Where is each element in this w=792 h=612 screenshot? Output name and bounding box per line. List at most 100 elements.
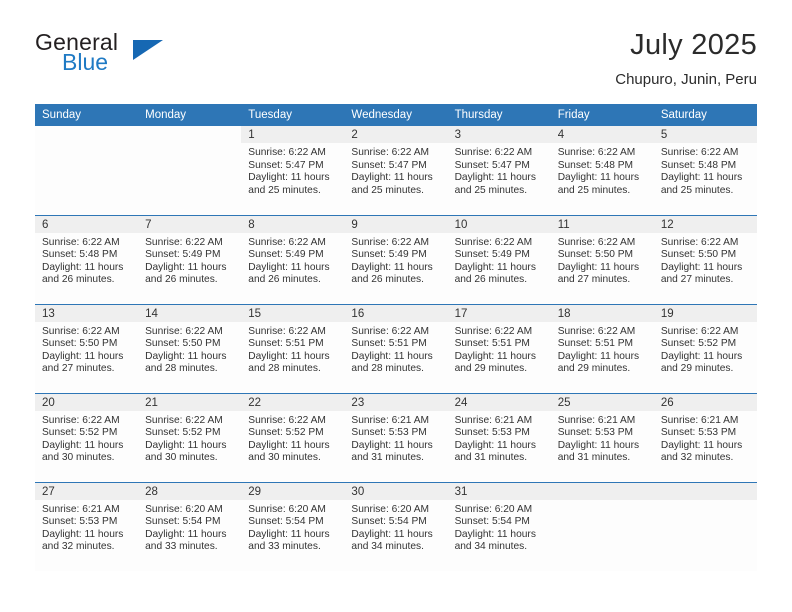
- sunset-text: Sunset: 5:53 PM: [351, 427, 427, 439]
- daylight-text-line2: and 26 minutes.: [42, 274, 115, 286]
- day-number: 21: [138, 393, 242, 411]
- daylight-text-line1: Daylight: 11 hours: [351, 439, 433, 451]
- sunset-text: Sunset: 5:47 PM: [351, 159, 427, 171]
- brand-logo[interactable]: General Blue: [35, 28, 215, 74]
- daylight-text-line2: and 27 minutes.: [660, 274, 734, 286]
- daylight-text-line2: and 34 minutes.: [454, 541, 528, 553]
- calendar-day-cell[interactable]: 1 Sunrise: 6:22 AM Sunset: 5:47 PM Daylight…: [241, 126, 345, 215]
- sunrise-text: Sunrise: 6:22 AM: [248, 325, 326, 337]
- calendar-day-cell[interactable]: 31 Sunrise: 6:20 AM Sunset: 5:54 PM Dayligh…: [447, 481, 551, 571]
- daylight-text-line1: Daylight: 11 hours: [42, 528, 124, 540]
- daylight-text-line2: and 30 minutes.: [145, 452, 218, 464]
- calendar-day-cell[interactable]: 8 Sunrise: 6:22 AM Sunset: 5:49 PM Daylight…: [241, 214, 345, 304]
- day-details: Sunrise: 6:21 AM Sunset: 5:53 PM Daylight:…: [35, 500, 138, 554]
- day-number: 2: [344, 126, 448, 143]
- day-number: 3: [447, 126, 551, 143]
- sunset-text: Sunset: 5:53 PM: [454, 427, 530, 439]
- day-details: Sunrise: 6:21 AM Sunset: 5:53 PM Daylight:…: [654, 411, 757, 465]
- daylight-text-line2: and 33 minutes.: [248, 541, 321, 553]
- calendar-day-cell[interactable]: 2 Sunrise: 6:22 AM Sunset: 5:47 PM Daylight…: [344, 126, 448, 215]
- calendar-day-cell[interactable]: 10 Sunrise: 6:22 AM Sunset: 5:49 PM Dayligh…: [447, 214, 551, 304]
- calendar-day-cell[interactable]: 14 Sunrise: 6:22 AM Sunset: 5:50 PM Dayligh…: [138, 303, 242, 393]
- daylight-text-line1: Daylight: 11 hours: [454, 350, 536, 362]
- day-number: 28: [138, 482, 242, 500]
- daylight-text-line2: and 28 minutes.: [351, 363, 424, 375]
- day-number: 8: [241, 215, 345, 233]
- calendar-day-cell[interactable]: 9 Sunrise: 6:22 AM Sunset: 5:49 PM Daylight…: [344, 214, 448, 304]
- day-number: 30: [344, 482, 448, 500]
- daylight-text-line2: and 25 minutes.: [454, 184, 528, 196]
- day-number: [653, 482, 757, 500]
- daylight-text-line1: Daylight: 11 hours: [660, 261, 743, 273]
- calendar-day-cell[interactable]: 18 Sunrise: 6:22 AM Sunset: 5:51 PM Dayligh…: [550, 303, 654, 393]
- calendar-body: 1 Sunrise: 6:22 AM Sunset: 5:47 PM Daylight…: [35, 126, 757, 571]
- sunrise-text: Sunrise: 6:22 AM: [145, 325, 223, 337]
- sunset-text: Sunset: 5:48 PM: [557, 159, 634, 171]
- day-number: [138, 126, 241, 143]
- day-number: 14: [138, 304, 242, 322]
- day-details: Sunrise: 6:21 AM Sunset: 5:53 PM Daylight:…: [551, 411, 654, 465]
- daylight-text-line2: and 32 minutes.: [42, 541, 115, 553]
- calendar-day-cell[interactable]: 5 Sunrise: 6:22 AM Sunset: 5:48 PM Daylight…: [653, 126, 757, 215]
- calendar-day-cell[interactable]: 4 Sunrise: 6:22 AM Sunset: 5:48 PM Daylight…: [550, 126, 654, 215]
- calendar-day-cell[interactable]: 29 Sunrise: 6:20 AM Sunset: 5:54 PM Dayligh…: [241, 481, 345, 571]
- calendar-day-cell[interactable]: 30 Sunrise: 6:20 AM Sunset: 5:54 PM Dayligh…: [344, 481, 448, 571]
- calendar-day-cell[interactable]: 15 Sunrise: 6:22 AM Sunset: 5:51 PM Dayligh…: [241, 303, 345, 393]
- sunset-text: Sunset: 5:54 PM: [454, 516, 530, 528]
- page-header: General Blue July 2025 Chupuro, Junin, P…: [0, 0, 792, 100]
- daylight-text-line2: and 30 minutes.: [248, 452, 321, 464]
- daylight-text-line1: Daylight: 11 hours: [145, 439, 227, 451]
- daylight-text-line2: and 25 minutes.: [248, 184, 321, 196]
- day-number: 31: [447, 482, 551, 500]
- calendar-day-cell[interactable]: 20 Sunrise: 6:22 AM Sunset: 5:52 PM Dayligh…: [35, 392, 139, 482]
- sunset-text: Sunset: 5:52 PM: [660, 338, 737, 350]
- calendar-day-cell[interactable]: 23 Sunrise: 6:21 AM Sunset: 5:53 PM Dayligh…: [344, 392, 448, 482]
- sunrise-text: Sunrise: 6:20 AM: [248, 503, 326, 515]
- daylight-text-line1: Daylight: 11 hours: [660, 172, 743, 184]
- calendar-day-cell[interactable]: 24 Sunrise: 6:21 AM Sunset: 5:53 PM Dayligh…: [447, 392, 551, 482]
- day-details: Sunrise: 6:22 AM Sunset: 5:52 PM Daylight:…: [654, 322, 757, 376]
- sunrise-text: Sunrise: 6:21 AM: [42, 503, 120, 515]
- calendar-day-cell[interactable]: 27 Sunrise: 6:21 AM Sunset: 5:53 PM Dayligh…: [35, 481, 139, 571]
- day-number: 19: [653, 304, 757, 322]
- day-details: Sunrise: 6:22 AM Sunset: 5:48 PM Daylight:…: [551, 143, 654, 197]
- sunset-text: Sunset: 5:52 PM: [42, 427, 118, 439]
- day-number: 25: [550, 393, 654, 411]
- calendar-day-cell[interactable]: 25 Sunrise: 6:21 AM Sunset: 5:53 PM Dayligh…: [550, 392, 654, 482]
- daylight-text-line2: and 30 minutes.: [42, 452, 115, 464]
- day-number: [550, 482, 654, 500]
- calendar-day-cell[interactable]: 12 Sunrise: 6:22 AM Sunset: 5:50 PM Dayligh…: [653, 214, 757, 304]
- day-details: Sunrise: 6:22 AM Sunset: 5:49 PM Daylight:…: [448, 233, 551, 287]
- sunset-text: Sunset: 5:50 PM: [660, 249, 737, 261]
- calendar-day-cell[interactable]: 17 Sunrise: 6:22 AM Sunset: 5:51 PM Dayligh…: [447, 303, 551, 393]
- daylight-text-line1: Daylight: 11 hours: [454, 172, 536, 184]
- daylight-text-line2: and 33 minutes.: [145, 541, 218, 553]
- weekday-header-wednesday: Wednesday: [344, 104, 448, 126]
- calendar-day-cell[interactable]: 6 Sunrise: 6:22 AM Sunset: 5:48 PM Daylight…: [35, 214, 139, 304]
- calendar-day-cell[interactable]: 19 Sunrise: 6:22 AM Sunset: 5:52 PM Dayligh…: [653, 303, 757, 393]
- sunset-text: Sunset: 5:51 PM: [248, 338, 324, 350]
- day-number: 6: [35, 215, 139, 233]
- calendar-day-cell[interactable]: 28 Sunrise: 6:20 AM Sunset: 5:54 PM Dayligh…: [138, 481, 242, 571]
- calendar-day-cell[interactable]: 7 Sunrise: 6:22 AM Sunset: 5:49 PM Daylight…: [138, 214, 242, 304]
- calendar-day-cell[interactable]: 11 Sunrise: 6:22 AM Sunset: 5:50 PM Dayligh…: [550, 214, 654, 304]
- daylight-text-line2: and 28 minutes.: [248, 363, 321, 375]
- calendar-day-cell[interactable]: 22 Sunrise: 6:22 AM Sunset: 5:52 PM Dayligh…: [241, 392, 345, 482]
- calendar-cell-blank: [138, 126, 242, 215]
- calendar-day-cell[interactable]: 13 Sunrise: 6:22 AM Sunset: 5:50 PM Dayligh…: [35, 303, 139, 393]
- calendar-day-cell[interactable]: 21 Sunrise: 6:22 AM Sunset: 5:52 PM Dayligh…: [138, 392, 242, 482]
- sunrise-text: Sunrise: 6:22 AM: [557, 147, 636, 158]
- sunrise-text: Sunrise: 6:22 AM: [248, 236, 326, 248]
- sunset-text: Sunset: 5:48 PM: [660, 159, 737, 171]
- calendar-day-cell[interactable]: 16 Sunrise: 6:22 AM Sunset: 5:51 PM Dayligh…: [344, 303, 448, 393]
- sunrise-text: Sunrise: 6:22 AM: [660, 236, 739, 248]
- day-details: Sunrise: 6:22 AM Sunset: 5:52 PM Daylight:…: [35, 411, 138, 465]
- day-details: Sunrise: 6:22 AM Sunset: 5:47 PM Daylight:…: [344, 143, 447, 197]
- calendar-day-cell[interactable]: 26 Sunrise: 6:21 AM Sunset: 5:53 PM Dayligh…: [653, 392, 757, 482]
- sunset-text: Sunset: 5:50 PM: [42, 338, 118, 350]
- weekday-header-saturday: Saturday: [653, 104, 757, 126]
- calendar-day-cell[interactable]: 3 Sunrise: 6:22 AM Sunset: 5:47 PM Daylight…: [447, 126, 551, 215]
- calendar-cell-empty: [550, 481, 654, 571]
- day-number: 1: [241, 126, 345, 143]
- sunset-text: Sunset: 5:52 PM: [145, 427, 221, 439]
